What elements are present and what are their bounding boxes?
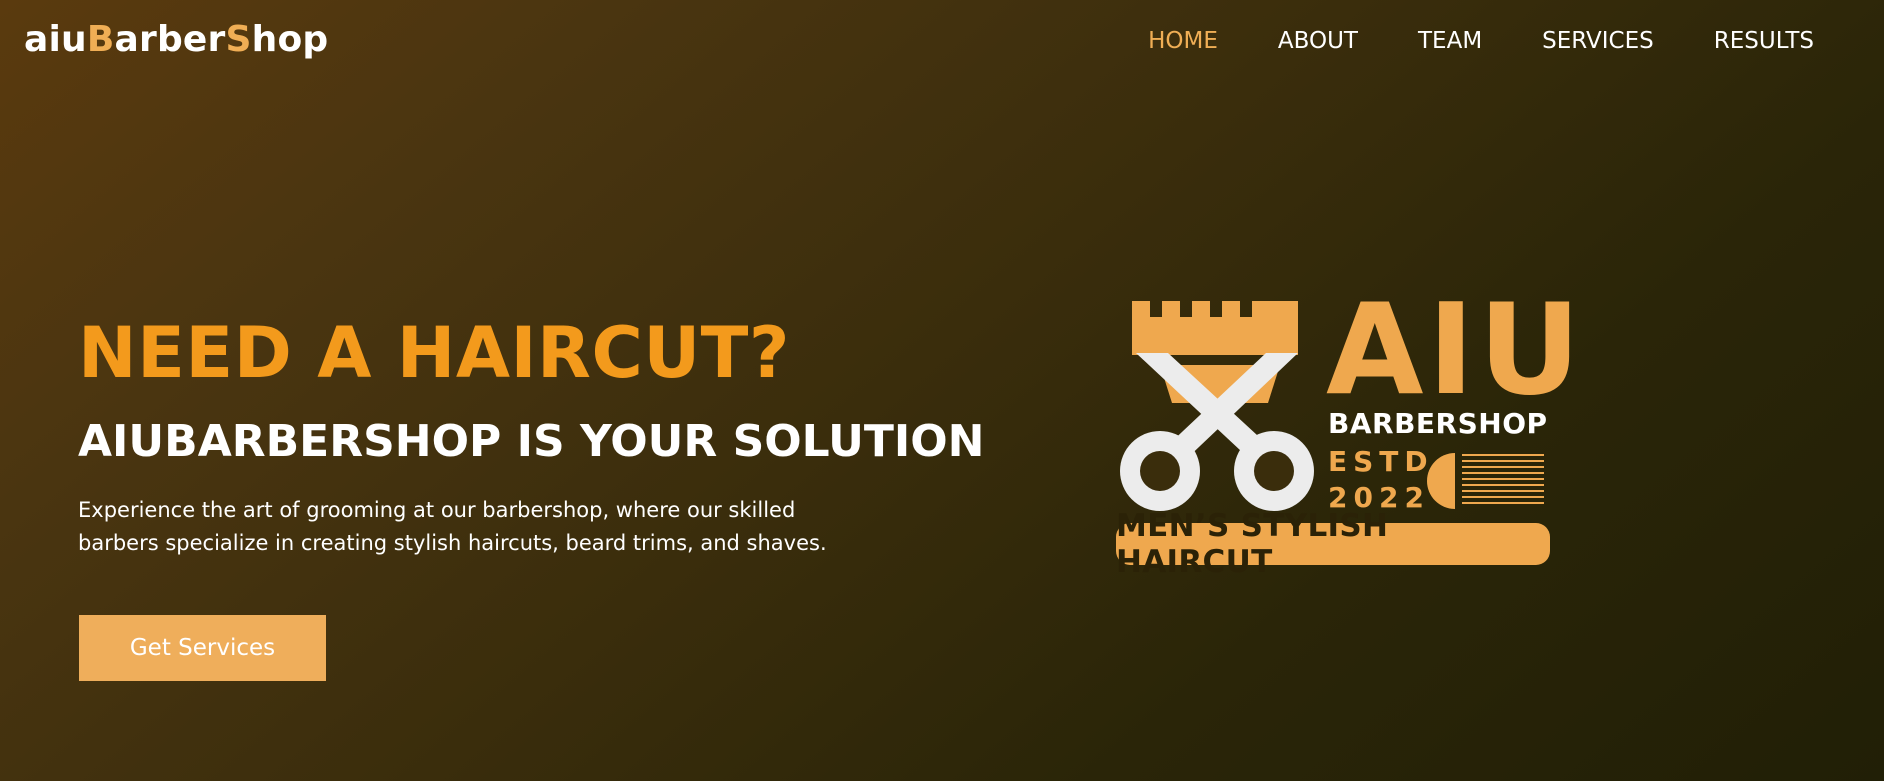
logo-title: AIU bbox=[1326, 276, 1585, 423]
comb-icon bbox=[1427, 453, 1544, 509]
brand-part-2: B bbox=[86, 19, 115, 60]
brand-logo[interactable]: aiuBarberShop bbox=[24, 19, 328, 60]
logo-banner: MEN’S STYLISH HAIRCUT bbox=[1116, 508, 1550, 580]
main-nav: HOME ABOUT TEAM SERVICES RESULTS bbox=[1148, 28, 1814, 54]
barbershop-logo: AIU BARBERSHOP ESTD 2022 MEN’S STYLISH H… bbox=[1110, 287, 1581, 580]
nav-home[interactable]: HOME bbox=[1148, 28, 1218, 54]
nav-results[interactable]: RESULTS bbox=[1714, 28, 1814, 54]
crown-icon bbox=[1132, 301, 1298, 403]
logo-estd: ESTD bbox=[1328, 445, 1434, 478]
hero-subheadline: AIUBARBERSHOP IS YOUR SOLUTION bbox=[78, 416, 985, 467]
nav-about[interactable]: ABOUT bbox=[1278, 28, 1358, 54]
get-services-button[interactable]: Get Services bbox=[79, 615, 326, 681]
logo-subtitle: BARBERSHOP bbox=[1328, 407, 1548, 440]
navbar: aiuBarberShop HOME ABOUT TEAM SERVICES R… bbox=[0, 0, 1884, 88]
nav-team[interactable]: TEAM bbox=[1418, 28, 1482, 54]
brand-part-4: S bbox=[225, 19, 252, 60]
hero-description: Experience the art of grooming at our ba… bbox=[78, 498, 827, 555]
hero-section: NEED A HAIRCUT? AIUBARBERSHOP IS YOUR SO… bbox=[78, 312, 985, 559]
brand-part-1: aiu bbox=[24, 19, 87, 60]
nav-services[interactable]: SERVICES bbox=[1542, 28, 1654, 54]
hero-headline: NEED A HAIRCUT? bbox=[78, 312, 791, 394]
brand-part-3: arber bbox=[114, 19, 226, 60]
brand-part-5: hop bbox=[251, 19, 329, 60]
